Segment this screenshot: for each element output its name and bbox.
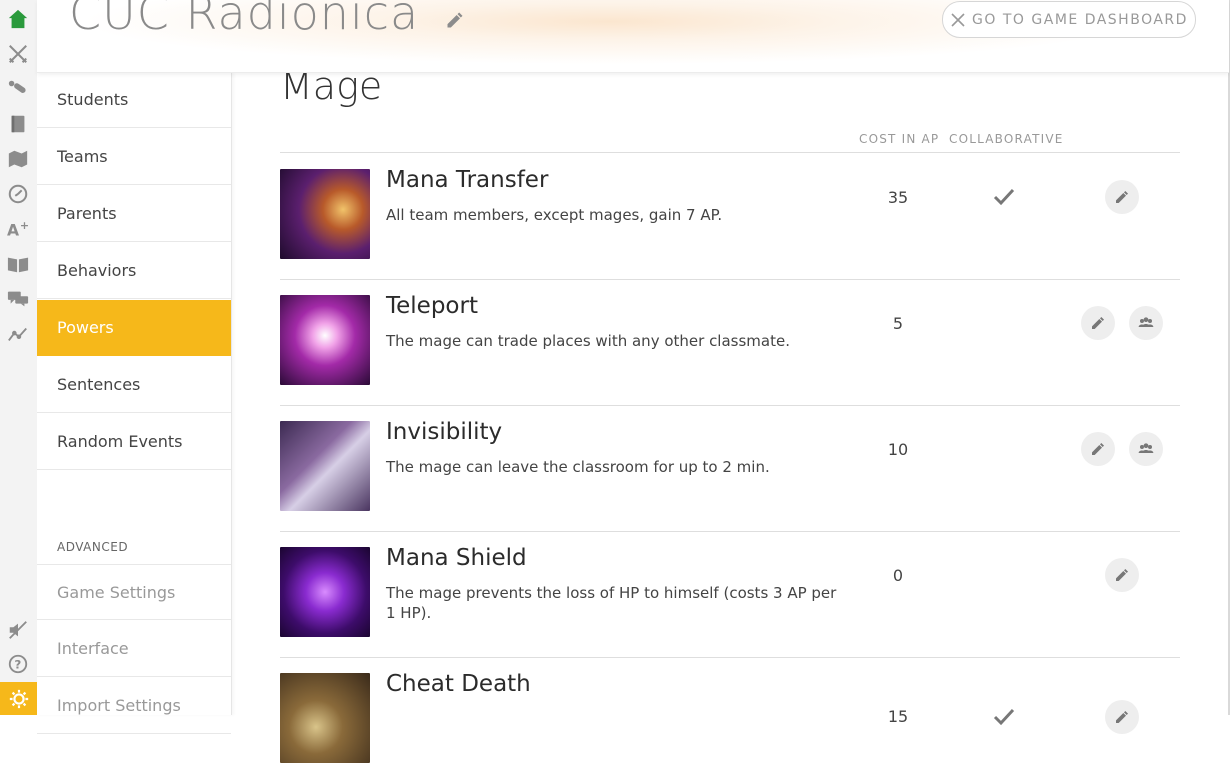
power-name: Invisibility xyxy=(386,419,503,445)
powers-panel: Mage COST IN AP COLLABORATIVE Mana Trans… xyxy=(280,64,1180,763)
power-description: All team members, except mages, gain 7 A… xyxy=(386,206,723,224)
potion-icon[interactable] xyxy=(5,76,31,102)
sidebar-item-students[interactable]: Students xyxy=(37,72,231,128)
sidebar-item-import-settings[interactable]: Import Settings xyxy=(37,678,231,734)
power-row: Invisibility The mage can leave the clas… xyxy=(280,405,1180,532)
power-row: Teleport The mage can trade places with … xyxy=(280,279,1180,406)
pencil-icon xyxy=(1092,317,1104,329)
power-description: The mage can trade places with any other… xyxy=(386,332,790,350)
advanced-heading: ADVANCED xyxy=(57,540,129,554)
power-row: Mana Shield The mage prevents the loss o… xyxy=(280,531,1180,658)
swords-icon xyxy=(951,12,965,27)
go-to-dashboard-button[interactable]: GO TO GAME DASHBOARD xyxy=(942,1,1196,38)
power-cost: 10 xyxy=(887,440,909,459)
power-name: Cheat Death xyxy=(386,671,531,697)
power-description: The mage can leave the classroom for up … xyxy=(386,458,770,476)
help-icon[interactable]: ? xyxy=(5,651,31,677)
gear-icon xyxy=(9,689,28,708)
power-name: Mana Transfer xyxy=(386,167,549,193)
sidebar-item-game-settings[interactable]: Game Settings xyxy=(37,564,231,620)
swords-icon[interactable] xyxy=(5,41,31,67)
power-image xyxy=(280,169,370,259)
pencil-icon xyxy=(1116,569,1128,581)
sidebar-item-interface[interactable]: Interface xyxy=(37,621,231,677)
svg-text:+: + xyxy=(20,219,29,232)
power-image xyxy=(280,547,370,637)
edit-power-button[interactable] xyxy=(1105,700,1139,734)
sidebar-item-label: Interface xyxy=(57,639,129,658)
sidebar-item-sentences[interactable]: Sentences xyxy=(37,357,231,413)
checkmark-icon xyxy=(992,185,1016,209)
power-cost: 15 xyxy=(887,707,909,726)
open-book-icon[interactable] xyxy=(5,251,31,277)
power-cost: 0 xyxy=(892,566,904,585)
sidebar-item-label: Powers xyxy=(57,318,114,337)
edit-power-button[interactable] xyxy=(1081,432,1115,466)
team-icon xyxy=(1138,317,1154,327)
settings-button[interactable] xyxy=(0,682,37,715)
power-image xyxy=(280,421,370,511)
sidebar-item-behaviors[interactable]: Behaviors xyxy=(37,243,231,299)
sidebar-item-label: Game Settings xyxy=(57,582,176,602)
sidebar-item-teams[interactable]: Teams xyxy=(37,129,231,185)
team-power-button[interactable] xyxy=(1129,432,1163,466)
page-header: CUC Radionica GO TO GAME DASHBOARD xyxy=(37,0,1229,73)
no-sound-icon[interactable] xyxy=(5,617,31,643)
sidebar-item-random-events[interactable]: Random Events xyxy=(37,414,231,470)
page-title: CUC Radionica xyxy=(69,0,420,40)
checkmark-icon xyxy=(992,705,1016,729)
sidebar-item-powers[interactable]: Powers xyxy=(37,300,231,356)
sidebar-item-label: Behaviors xyxy=(57,261,137,280)
pencil-icon xyxy=(1116,711,1128,723)
power-row: Mana Transfer All team members, except m… xyxy=(280,153,1180,280)
power-name: Mana Shield xyxy=(386,545,527,571)
sidebar-item-label: Random Events xyxy=(57,432,183,451)
sidebar-item-parents[interactable]: Parents xyxy=(37,186,231,242)
power-row: Cheat Death 15 xyxy=(280,657,1180,783)
sidebar-item-label: Sentences xyxy=(57,375,141,394)
settings-sidebar: Students Teams Parents Behaviors Powers … xyxy=(37,72,232,734)
team-icon xyxy=(1138,443,1154,453)
column-header-cost: COST IN AP xyxy=(859,132,940,146)
pencil-icon xyxy=(1116,191,1128,203)
power-image xyxy=(280,673,370,763)
sidebar-item-label: Students xyxy=(57,90,129,109)
power-cost: 5 xyxy=(892,314,904,333)
svg-text:A: A xyxy=(7,221,19,239)
grades-icon[interactable]: A + xyxy=(5,216,31,242)
book-icon[interactable] xyxy=(5,111,31,137)
power-name: Teleport xyxy=(386,293,478,319)
home-icon[interactable] xyxy=(5,6,31,32)
sidebar-item-label: Parents xyxy=(57,204,117,223)
chart-icon[interactable] xyxy=(5,321,31,347)
pencil-icon xyxy=(1092,443,1104,455)
dashboard-button-label: GO TO GAME DASHBOARD xyxy=(972,11,1188,28)
edit-power-button[interactable] xyxy=(1081,306,1115,340)
power-description: The mage prevents the loss of HP to hims… xyxy=(386,584,837,622)
power-cost: 35 xyxy=(887,188,909,207)
power-image xyxy=(280,295,370,385)
chat-icon[interactable] xyxy=(5,286,31,312)
edit-power-button[interactable] xyxy=(1105,558,1139,592)
edit-title-icon[interactable] xyxy=(445,10,465,30)
map-icon[interactable] xyxy=(5,146,31,172)
svg-text:?: ? xyxy=(14,658,21,672)
edit-power-button[interactable] xyxy=(1105,180,1139,214)
sidebar-item-label: Import Settings xyxy=(57,696,181,715)
column-header-collaborative: COLLABORATIVE xyxy=(949,132,1064,146)
team-power-button[interactable] xyxy=(1129,306,1163,340)
sidebar-item-label: Teams xyxy=(57,147,108,166)
icon-rail: A + ? xyxy=(0,0,38,715)
clock-icon[interactable] xyxy=(5,181,31,207)
